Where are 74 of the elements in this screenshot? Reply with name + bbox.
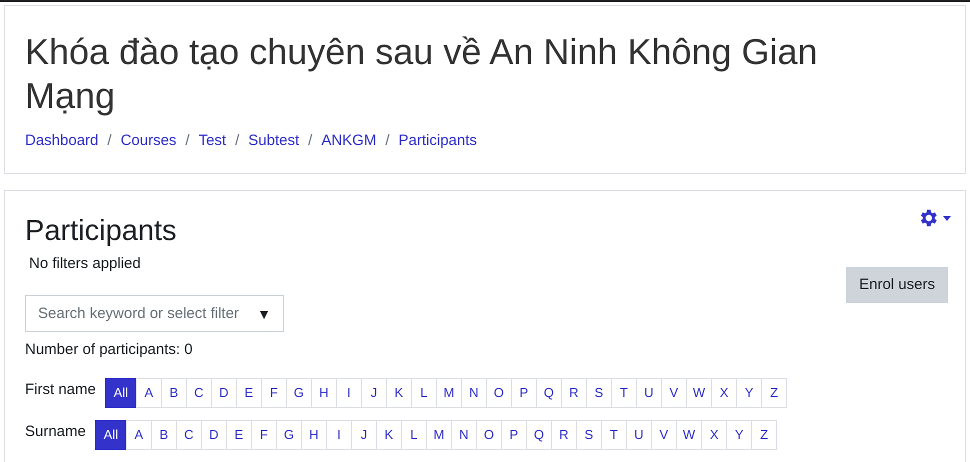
initial-letter-link[interactable]: J — [350, 420, 377, 450]
initial-letter-link[interactable]: C — [186, 378, 212, 408]
initial-letter-link[interactable]: A — [126, 420, 152, 450]
initial-letter-link[interactable]: U — [626, 420, 652, 450]
filter-label: Surname — [25, 422, 86, 442]
initial-letter-link[interactable]: M — [426, 420, 452, 450]
initial-letter-link[interactable]: All — [104, 378, 137, 408]
initial-letter-link[interactable]: K — [386, 378, 412, 408]
initial-letter-link[interactable]: B — [160, 378, 187, 408]
initial-letter-link[interactable]: Z — [751, 420, 778, 450]
initial-letter-link[interactable]: D — [210, 378, 237, 408]
initial-letter-link[interactable]: F — [250, 420, 277, 450]
breadcrumb-separator: / — [107, 131, 112, 151]
initial-letter-link[interactable]: T — [610, 378, 637, 408]
initial-letter-link[interactable]: S — [586, 378, 612, 408]
course-title: Khóa đào tạo chuyên sau về An Ninh Không Gian Mạng — [25, 30, 819, 118]
initial-letter-link[interactable]: X — [711, 378, 738, 408]
filter-status: No filters applied — [29, 254, 141, 274]
breadcrumb-link[interactable]: Test — [198, 130, 226, 152]
initial-letter-link[interactable]: R — [550, 420, 577, 450]
initial-letter-link[interactable]: D — [200, 420, 227, 450]
initial-letter-link[interactable]: Y — [736, 378, 762, 408]
breadcrumb-separator: / — [308, 131, 312, 151]
breadcrumb-link[interactable]: Dashboard — [25, 130, 98, 152]
dropdown-caret: ▼ — [257, 305, 271, 324]
breadcrumb-separator: / — [385, 131, 390, 151]
initial-letter-link[interactable]: S — [576, 420, 602, 450]
breadcrumb-separator: / — [235, 131, 240, 151]
initial-letter-link[interactable]: K — [376, 420, 402, 450]
section-heading: Participants — [25, 214, 177, 249]
breadcrumb-link[interactable]: Courses — [120, 130, 176, 152]
breadcrumb-separator: / — [185, 131, 190, 151]
initial-letter-link[interactable]: H — [310, 378, 337, 408]
initial-letter-link[interactable]: O — [486, 378, 512, 408]
initial-letter-link[interactable]: T — [600, 420, 627, 450]
initial-letter-link[interactable]: M — [436, 378, 462, 408]
initial-letter-link[interactable]: G — [286, 378, 312, 408]
initial-letter-link[interactable]: Q — [536, 378, 562, 408]
caret-icon — [943, 216, 951, 220]
initial-letter-link[interactable]: X — [701, 420, 728, 450]
initial-letter-link[interactable]: J — [360, 378, 387, 408]
initial-letter-link[interactable]: G — [276, 420, 302, 450]
initial-letter-link[interactable]: L — [400, 420, 427, 450]
initial-letter-link[interactable]: L — [410, 378, 437, 408]
initial-letter-link[interactable]: N — [450, 420, 477, 450]
initial-letter-link[interactable]: W — [686, 378, 712, 408]
initial-letter-link[interactable]: P — [510, 378, 537, 408]
initial-letter-link[interactable]: A — [136, 378, 162, 408]
breadcrumb-link[interactable]: Subtest — [248, 130, 300, 152]
filter-label: First name — [25, 380, 96, 400]
initial-letter-link[interactable]: Y — [726, 420, 752, 450]
initial-letter-link[interactable]: V — [650, 420, 677, 450]
initial-letter-link[interactable]: All — [94, 420, 127, 450]
initial-letter-link[interactable]: U — [636, 378, 662, 408]
initial-letter-link[interactable]: E — [236, 378, 262, 408]
initial-letter-link[interactable]: F — [260, 378, 287, 408]
initial-letter-link[interactable]: W — [676, 420, 702, 450]
initial-letter-link[interactable]: N — [460, 378, 487, 408]
initial-letter-link[interactable]: P — [500, 420, 527, 450]
participant-count: Number of participants: 0 — [25, 340, 194, 360]
initial-letter-link[interactable]: B — [150, 420, 177, 450]
initial-letter-link[interactable]: I — [326, 420, 352, 450]
initial-letter-link[interactable]: O — [476, 420, 502, 450]
initial-letter-link[interactable]: H — [300, 420, 327, 450]
breadcrumb-link[interactable]: ANKGM — [321, 130, 376, 152]
initial-letter-link[interactable]: Q — [526, 420, 552, 450]
initial-letter-link[interactable]: I — [336, 378, 362, 408]
enrol-users-button[interactable]: Enrol users — [846, 267, 948, 303]
initial-letter-link[interactable]: R — [560, 378, 587, 408]
initial-letter-link[interactable]: V — [660, 378, 687, 408]
initial-letter-link[interactable]: Z — [761, 378, 788, 408]
breadcrumb-link[interactable]: Participants — [398, 130, 477, 152]
initial-letter-link[interactable]: C — [176, 420, 202, 450]
initial-letter-link[interactable]: E — [226, 420, 252, 450]
